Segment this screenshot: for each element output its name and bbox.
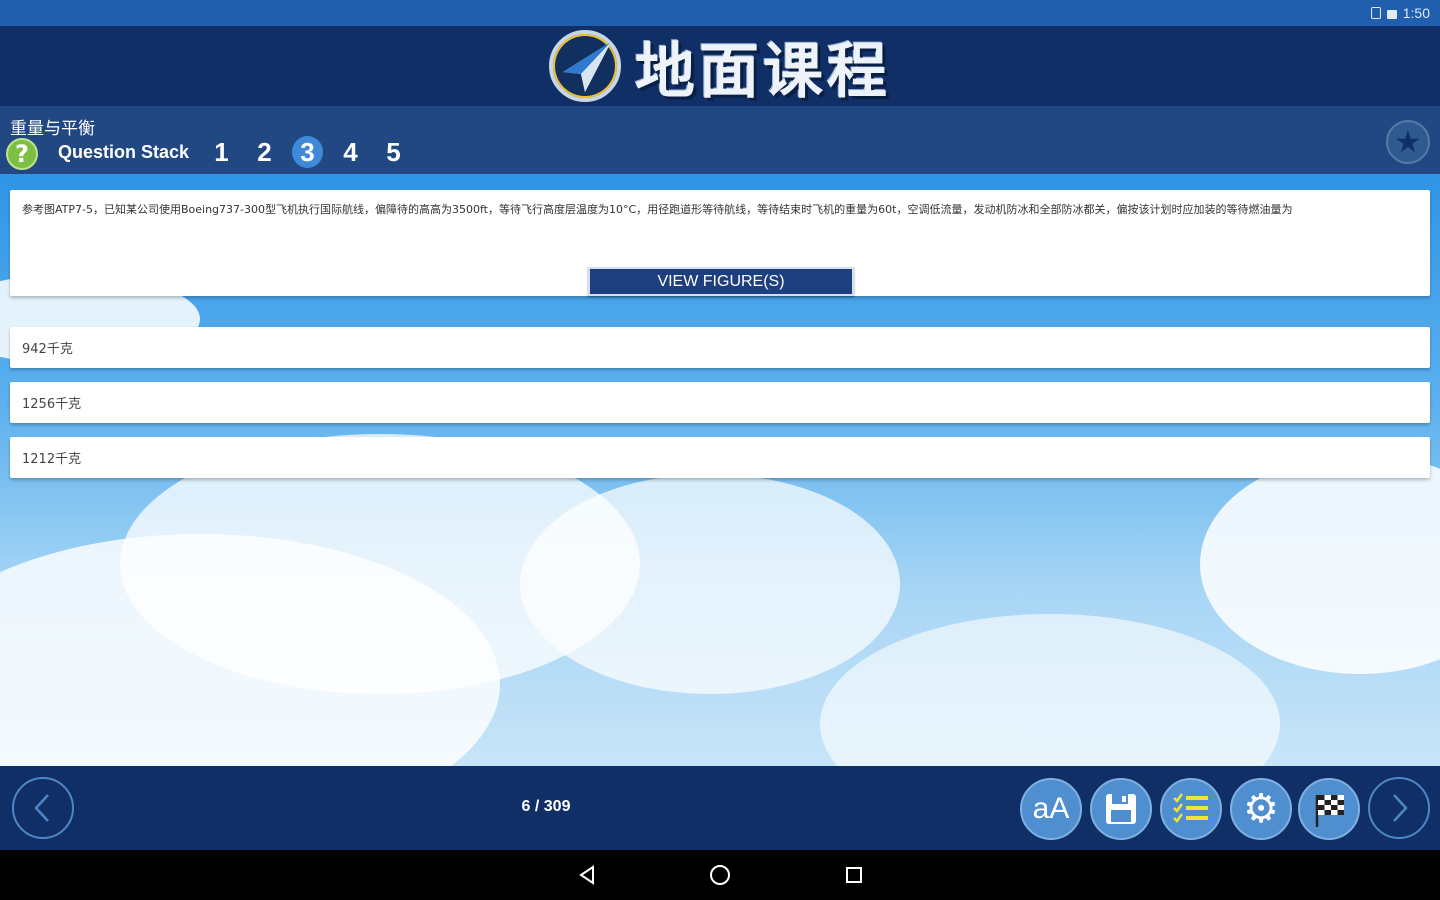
question-number-2[interactable]: 2 bbox=[249, 136, 280, 168]
chevron-left-icon[interactable] bbox=[12, 777, 74, 839]
sub-header: 重量与平衡 ? Question Stack 1 2 3 4 5 ★ bbox=[0, 106, 1440, 174]
question-progress: 6 / 309 bbox=[521, 798, 571, 815]
view-figures-button[interactable]: VIEW FIGURE(S) bbox=[588, 267, 854, 296]
category-title: 重量与平衡 bbox=[10, 119, 95, 139]
question-text: 参考图ATP7-5，已知某公司使用Boeing737-300型飞机执行国际航线，… bbox=[22, 203, 1293, 216]
answer-text: 942千克 bbox=[22, 342, 73, 357]
cloud-decoration bbox=[520, 474, 900, 694]
answer-text: 1212千克 bbox=[22, 452, 82, 467]
home-icon[interactable] bbox=[707, 862, 733, 888]
question-number-3-active[interactable]: 3 bbox=[292, 136, 323, 168]
cloud-decoration bbox=[1200, 454, 1440, 674]
floppy-disk-icon[interactable] bbox=[1090, 778, 1152, 840]
sim-icon bbox=[1370, 7, 1381, 19]
answer-option-1[interactable]: 942千克 bbox=[10, 327, 1430, 368]
status-time: 1:50 bbox=[1402, 5, 1430, 21]
answer-option-3[interactable]: 1212千克 bbox=[10, 437, 1430, 478]
question-mark-icon[interactable]: ? bbox=[6, 138, 38, 170]
chevron-right-icon[interactable] bbox=[1368, 777, 1430, 839]
question-stack: 1 2 3 4 5 bbox=[206, 136, 409, 168]
answer-text: 1256千克 bbox=[22, 397, 82, 412]
answer-option-2[interactable]: 1256千克 bbox=[10, 382, 1430, 423]
question-number-4[interactable]: 4 bbox=[335, 136, 366, 168]
text-size-icon[interactable]: aA bbox=[1020, 778, 1082, 840]
bottom-toolbar: 6 / 309 aA ⚙ bbox=[0, 766, 1440, 850]
question-number-5[interactable]: 5 bbox=[378, 136, 409, 168]
lock-icon bbox=[1386, 10, 1397, 19]
paper-plane-compass-icon bbox=[549, 30, 621, 102]
question-card: 参考图ATP7-5，已知某公司使用Boeing737-300型飞机执行国际航线，… bbox=[10, 190, 1430, 296]
cloud-decoration bbox=[820, 614, 1280, 766]
recent-apps-icon[interactable] bbox=[841, 862, 867, 888]
content-area: 参考图ATP7-5，已知某公司使用Boeing737-300型飞机执行国际航线，… bbox=[0, 174, 1440, 766]
gear-icon[interactable]: ⚙ bbox=[1230, 778, 1292, 840]
question-stack-label: Question Stack bbox=[58, 142, 190, 162]
checkered-flag-icon[interactable] bbox=[1298, 778, 1360, 840]
font-size-label: aA bbox=[1032, 792, 1070, 825]
app-header: 地面课程 bbox=[0, 26, 1440, 107]
android-nav-bar bbox=[0, 850, 1440, 900]
star-icon[interactable]: ★ bbox=[1386, 120, 1430, 164]
back-icon[interactable] bbox=[574, 862, 600, 888]
checklist-icon[interactable] bbox=[1160, 778, 1222, 840]
app-title: 地面课程 bbox=[635, 36, 891, 107]
question-number-1[interactable]: 1 bbox=[206, 136, 237, 168]
help-label: ? bbox=[15, 140, 29, 168]
